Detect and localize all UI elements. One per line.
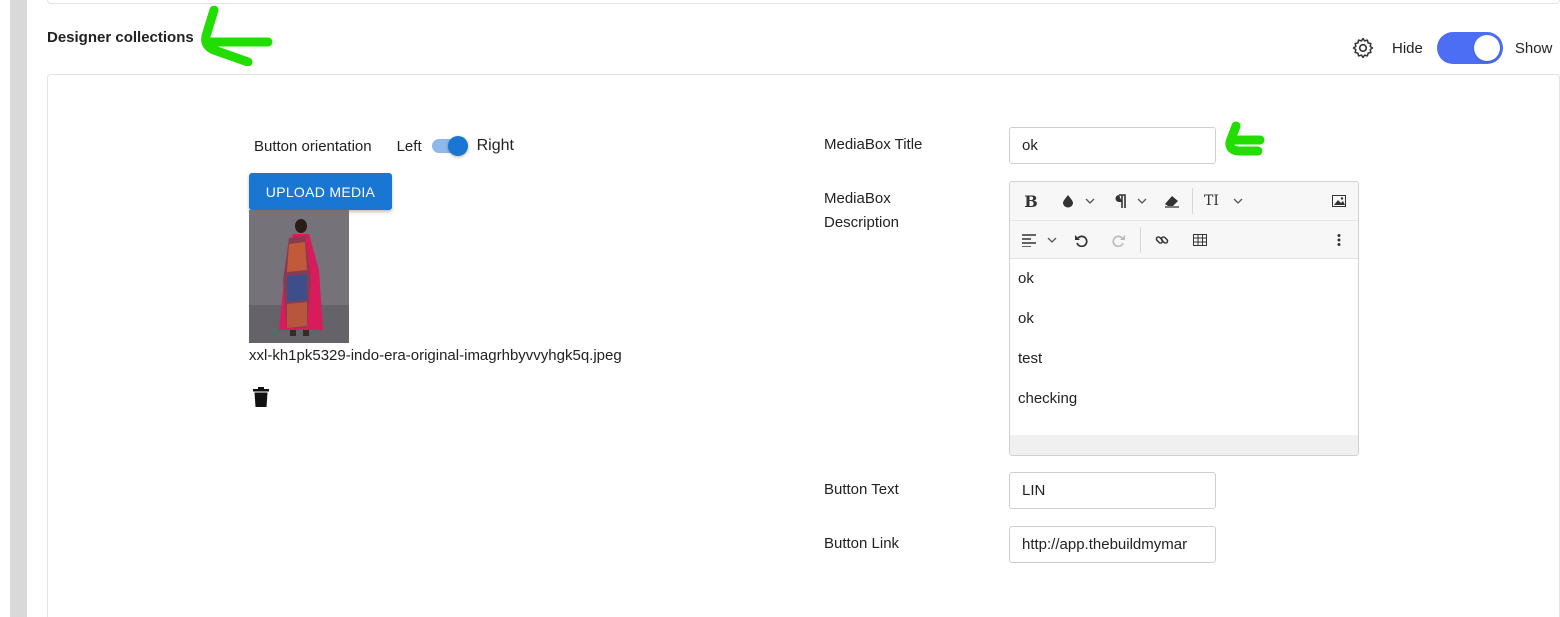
description-label-line1: MediaBox [824, 190, 891, 207]
editor-status-bar [1010, 435, 1358, 455]
upload-media-button[interactable]: UPLOAD MEDIA [249, 173, 392, 210]
show-label: Show [1514, 39, 1553, 57]
toolbar-separator [1192, 188, 1193, 214]
table-icon[interactable] [1189, 221, 1211, 259]
button-link-input[interactable]: http://app.thebuildmymar [1009, 526, 1216, 563]
link-icon[interactable] [1151, 221, 1173, 259]
delete-media-icon[interactable] [253, 387, 269, 407]
paragraph-icon[interactable] [1110, 182, 1150, 220]
visibility-controls: Hide Show [1350, 30, 1552, 66]
button-orientation-row: Button orientation Left Right [254, 135, 514, 157]
button-text-label: Button Text [824, 481, 899, 498]
orientation-right-label: Right [476, 137, 514, 154]
media-thumbnail [249, 210, 349, 343]
media-file-name: xxl-kh1pk5329-indo-era-original-imagrhby… [249, 347, 622, 364]
mediabox-title-input[interactable]: ok [1009, 127, 1216, 164]
bold-icon[interactable]: B [1020, 182, 1042, 220]
description-rich-text-editor[interactable]: B TI ok ok test checking [1009, 181, 1359, 456]
eraser-icon[interactable] [1160, 182, 1184, 220]
font-size-icon[interactable]: TI [1204, 182, 1250, 220]
gear-icon[interactable] [1350, 35, 1376, 61]
mediabox-title-label: MediaBox Title [824, 136, 923, 153]
orientation-left-label: Left [396, 137, 422, 155]
editor-paragraph: checking [1018, 390, 1078, 407]
font-size-glyph: TI [1204, 193, 1219, 209]
previous-section-card [47, 0, 1560, 4]
hide-label: Hide [1392, 39, 1423, 57]
editor-toolbar: B TI [1010, 182, 1358, 259]
annotation-arrow-icon [1225, 121, 1265, 156]
button-text-input[interactable]: LIN [1009, 472, 1216, 509]
toolbar-row-2 [1010, 220, 1358, 258]
scroll-rail [10, 0, 27, 617]
editor-paragraph: test [1018, 350, 1043, 367]
description-label-line2: Description [824, 214, 900, 231]
orientation-toggle-knob [447, 136, 468, 156]
editor-paragraph: ok [1018, 310, 1034, 327]
annotation-arrow-icon [201, 6, 273, 66]
redo-icon[interactable] [1108, 221, 1130, 259]
editor-content[interactable]: ok ok test checking [1010, 259, 1358, 435]
orientation-label: Button orientation [254, 137, 372, 155]
orientation-toggle[interactable] [431, 136, 468, 156]
toolbar-separator [1140, 227, 1141, 253]
editor-paragraph: ok [1018, 270, 1034, 287]
toolbar-row-1: B TI [1010, 182, 1358, 220]
left-rail [0, 0, 27, 617]
visibility-toggle[interactable] [1436, 32, 1503, 64]
section-title: Designer collections [47, 29, 194, 46]
undo-icon[interactable] [1070, 221, 1092, 259]
mediabox-description-label: MediaBox Description [824, 187, 899, 235]
more-icon[interactable] [1328, 221, 1350, 259]
align-icon[interactable] [1018, 221, 1062, 259]
visibility-toggle-knob [1473, 35, 1500, 61]
image-icon[interactable] [1328, 182, 1350, 220]
button-link-label: Button Link [824, 535, 900, 552]
text-color-icon[interactable] [1058, 182, 1098, 220]
